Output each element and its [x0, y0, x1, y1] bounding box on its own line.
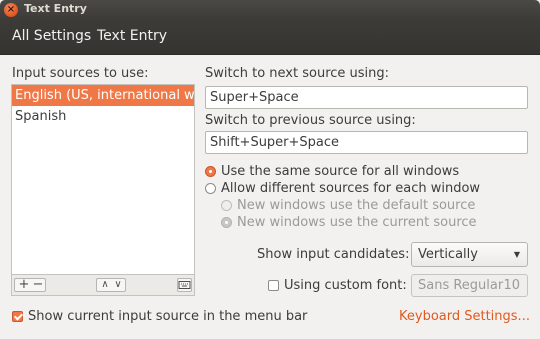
current-page-button[interactable]: Text Entry [97, 28, 167, 44]
keyboard-layout-button[interactable] [177, 278, 192, 292]
move-up-button[interactable]: ∧ [98, 278, 112, 292]
show-current-source-label: Show current input source in the menu ba… [28, 309, 308, 324]
prev-source-label: Switch to previous source using: [205, 113, 416, 128]
add-source-button[interactable]: + [17, 278, 31, 292]
window-title: Text Entry [24, 2, 87, 15]
keyboard-icon [178, 281, 191, 289]
sources-toolbar: + − ∧ ∨ [11, 275, 195, 296]
all-settings-button[interactable]: All Settings [12, 28, 91, 44]
new-default-radio [221, 200, 232, 211]
remove-source-button[interactable]: − [31, 278, 45, 292]
custom-font-checkbox[interactable] [268, 280, 279, 291]
list-item[interactable]: English (US, international with dead key… [12, 85, 194, 106]
new-current-option: New windows use the current source [221, 215, 477, 230]
custom-font-option[interactable]: Using custom font: [268, 278, 407, 293]
new-default-label: New windows use the default source [237, 198, 476, 213]
move-down-button[interactable]: ∨ [111, 278, 125, 292]
same-source-option[interactable]: Use the same source for all windows [205, 164, 459, 179]
window-titlebar: × Text Entry [0, 0, 540, 20]
next-source-label: Switch to next source using: [205, 66, 390, 81]
different-sources-option[interactable]: Allow different sources for each window [205, 181, 480, 196]
next-source-shortcut-field[interactable]: Super+Space [205, 86, 528, 109]
chevron-down-icon: ▼ [513, 250, 520, 259]
close-icon[interactable]: × [4, 3, 18, 17]
keyboard-settings-link[interactable]: Keyboard Settings... [399, 309, 530, 324]
candidates-dropdown[interactable]: Vertically ▼ [411, 242, 528, 267]
show-current-source-checkbox[interactable] [12, 311, 23, 322]
new-current-label: New windows use the current source [237, 215, 477, 230]
same-source-label: Use the same source for all windows [221, 164, 460, 179]
show-current-source-option[interactable]: Show current input source in the menu ba… [12, 309, 307, 324]
font-chooser-button: Sans Regular 10 [411, 274, 528, 297]
list-item[interactable]: Spanish [12, 106, 194, 127]
add-remove-group: + − [14, 278, 46, 292]
prev-source-shortcut-field[interactable]: Shift+Super+Space [205, 131, 528, 154]
new-current-radio [221, 217, 232, 228]
input-sources-list[interactable]: English (US, international with dead key… [11, 84, 195, 275]
move-group: ∧ ∨ [96, 278, 126, 292]
candidates-label: Show input candidates: [257, 247, 410, 262]
breadcrumb: All Settings Text Entry [0, 20, 540, 55]
different-sources-label: Allow different sources for each window [221, 181, 481, 196]
font-size: 10 [503, 278, 520, 293]
font-name: Sans Regular [418, 278, 504, 293]
new-default-option: New windows use the default source [221, 198, 475, 213]
custom-font-label: Using custom font: [284, 278, 407, 293]
same-source-radio[interactable] [205, 166, 216, 177]
different-sources-radio[interactable] [205, 183, 216, 194]
candidates-value: Vertically [418, 247, 478, 262]
sources-heading: Input sources to use: [12, 66, 149, 81]
